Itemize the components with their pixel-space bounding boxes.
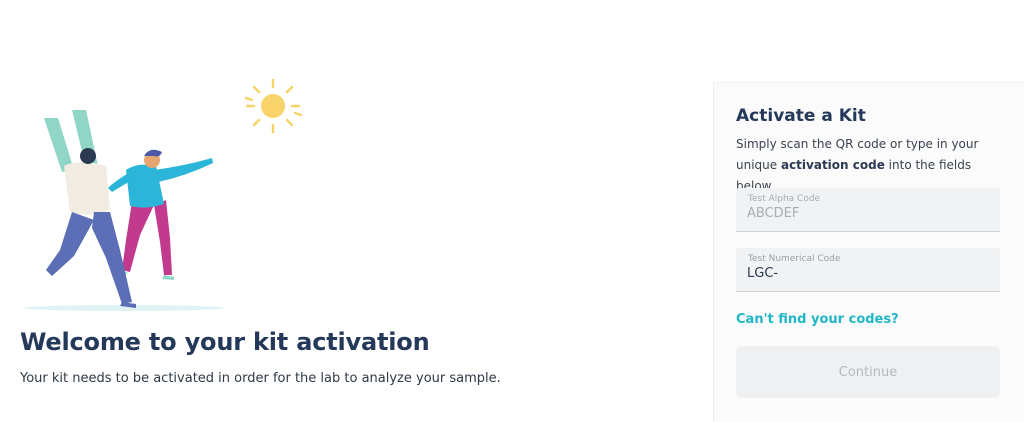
people-illustration	[24, 78, 303, 311]
welcome-section: Welcome to your kit activation Your kit …	[0, 0, 700, 418]
numerical-code-label: Test Numerical Code	[748, 254, 841, 264]
alpha-code-label: Test Alpha Code	[748, 194, 821, 204]
numerical-code-input[interactable]	[747, 266, 987, 281]
card-title: Activate a Kit	[736, 106, 866, 126]
alpha-code-input[interactable]	[747, 206, 987, 221]
numerical-code-field[interactable]: Test Numerical Code	[736, 248, 1000, 292]
sun-icon	[244, 78, 303, 134]
card-description-bold: activation code	[780, 158, 885, 172]
continue-button[interactable]: Continue	[736, 346, 1000, 398]
cant-find-codes-link[interactable]: Can't find your codes?	[736, 312, 899, 327]
alpha-code-field[interactable]: Test Alpha Code	[736, 188, 1000, 232]
page-title: Welcome to your kit activation	[20, 328, 430, 356]
page-subtitle: Your kit needs to be activated in order …	[20, 371, 501, 386]
activate-kit-card: Activate a Kit Simply scan the QR code o…	[713, 82, 1024, 422]
